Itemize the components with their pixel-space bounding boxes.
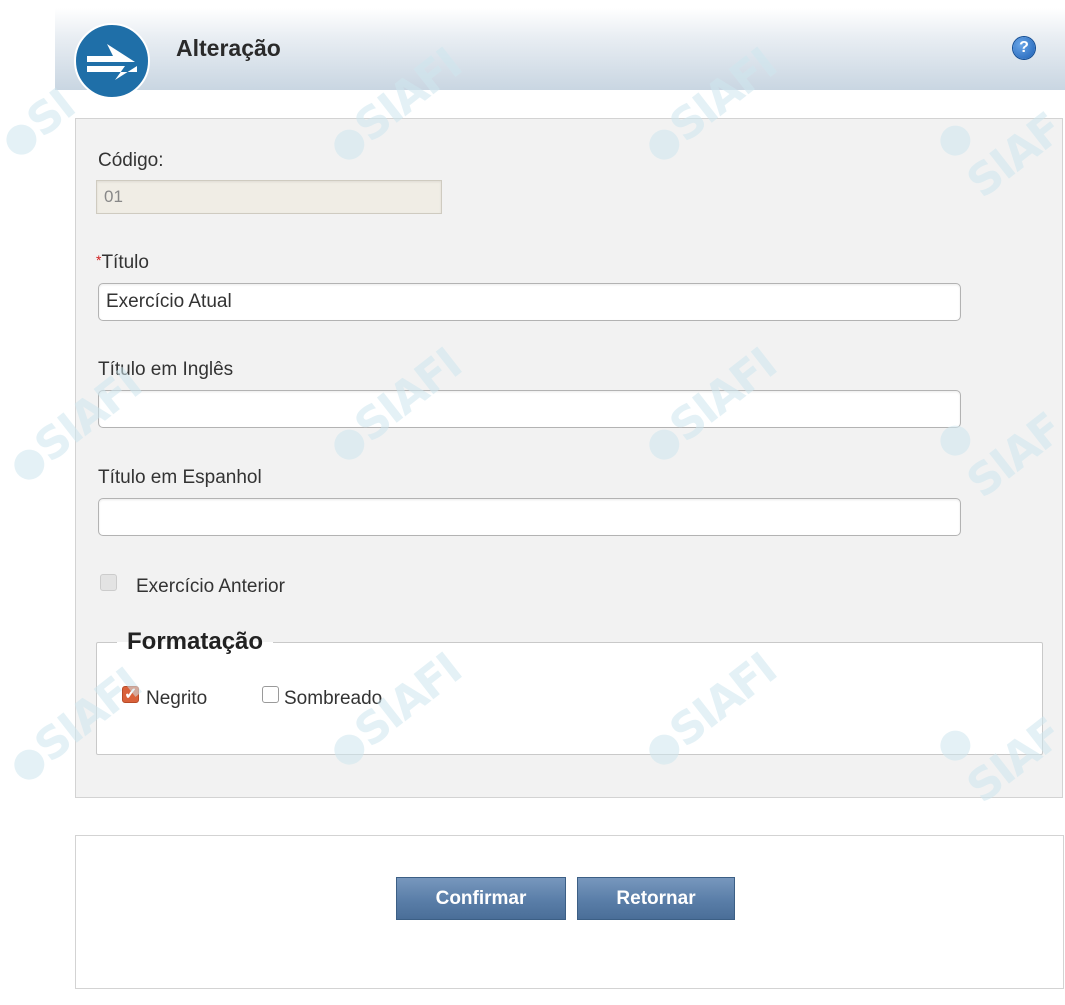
formatacao-legend: Formatação — [127, 628, 264, 655]
titulo-ingles-input[interactable] — [98, 390, 961, 428]
negrito-label: Negrito — [146, 688, 208, 709]
confirm-button[interactable]: Confirmar — [396, 877, 566, 920]
titulo-espanhol-label: Título em Espanhol — [98, 467, 262, 488]
titulo-espanhol-input[interactable] — [98, 498, 961, 536]
page-title: Alteração — [176, 35, 281, 61]
watermark-logo: SI — [0, 80, 84, 167]
titulo-input[interactable] — [98, 283, 961, 321]
back-button[interactable]: Retornar — [577, 877, 735, 920]
sombreado-label: Sombreado — [284, 688, 383, 709]
negrito-checkbox[interactable] — [122, 684, 139, 704]
exercicio-anterior-label: Exercício Anterior — [136, 576, 285, 597]
formatacao-fieldset: Formatação — [96, 628, 1043, 755]
exercicio-anterior-checkbox — [100, 574, 117, 591]
titulo-ingles-label: Título em Inglês — [98, 359, 234, 380]
button-bar — [75, 835, 1064, 989]
siafi-logo-icon — [74, 23, 150, 99]
sombreado-checkbox[interactable] — [262, 686, 279, 703]
titulo-label: *Título — [96, 252, 149, 274]
codigo-label: Código: — [98, 150, 164, 171]
page-header: Alteração — [55, 8, 1065, 90]
titulo-label-text: Título — [101, 252, 149, 273]
codigo-field — [96, 180, 442, 214]
help-icon[interactable]: ? — [1013, 37, 1035, 59]
